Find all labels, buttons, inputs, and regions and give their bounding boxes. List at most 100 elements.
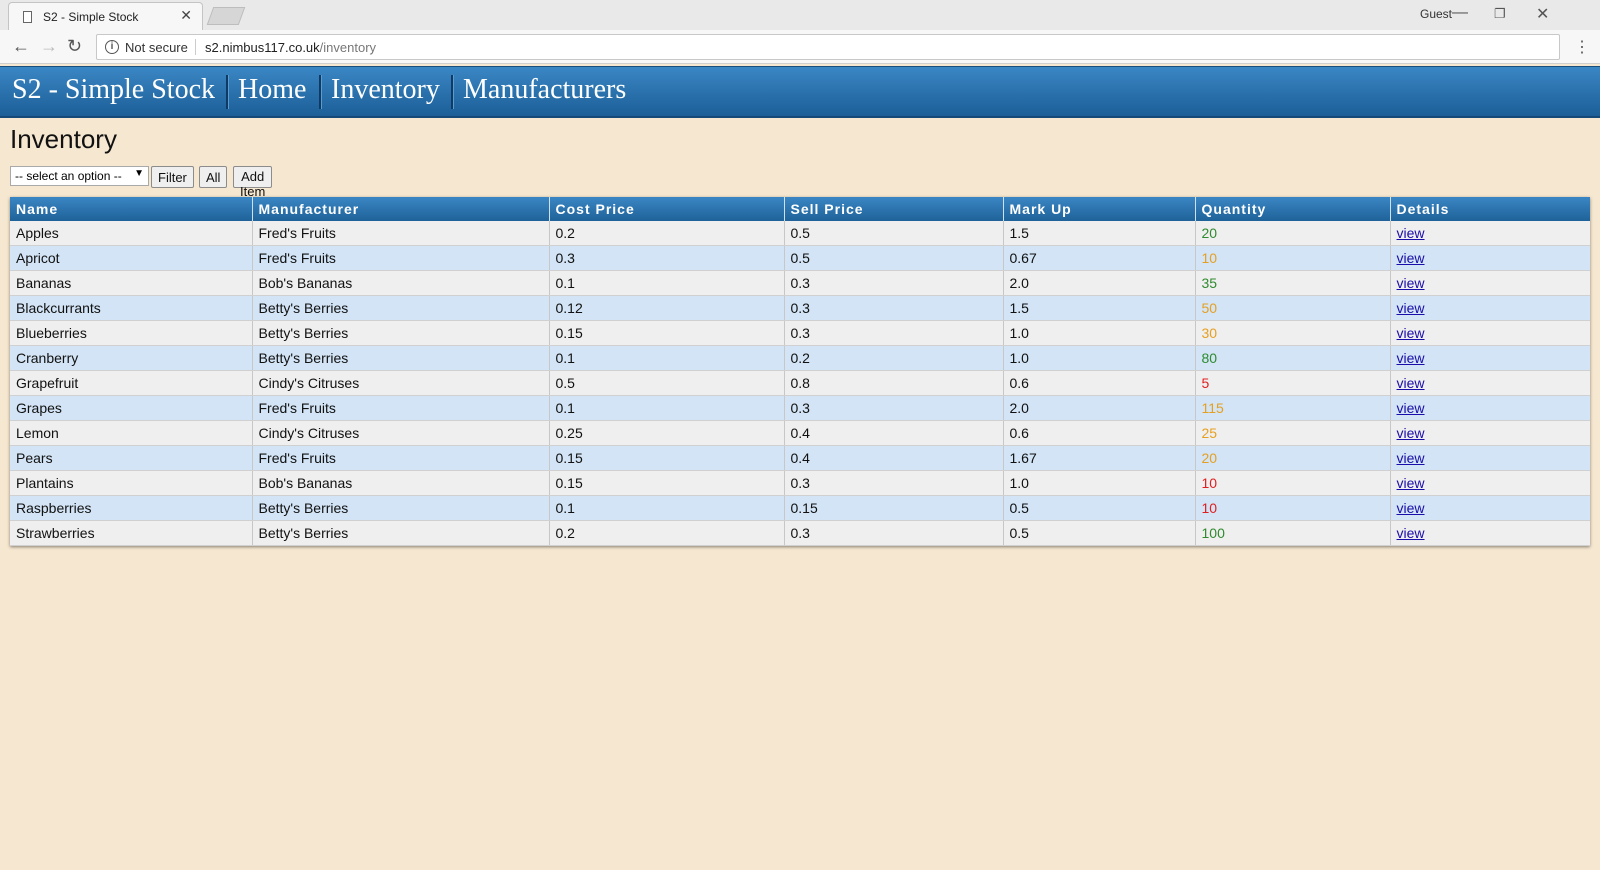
cell-manufacturer: Betty's Berries xyxy=(252,495,550,521)
view-link[interactable]: view xyxy=(1397,350,1425,366)
column-header-mark-up[interactable]: Mark Up xyxy=(1003,197,1196,221)
nav-divider xyxy=(319,75,322,109)
cell-quantity: 35 xyxy=(1195,270,1391,296)
cell-cost-price: 0.5 xyxy=(549,370,785,396)
browser-toolbar: ← → ↻ i Not secure s2.nimbus117.co.uk/in… xyxy=(0,30,1600,64)
all-button[interactable]: All xyxy=(199,166,228,188)
cell-quantity: 5 xyxy=(1195,370,1391,396)
cell-details: view xyxy=(1390,245,1590,271)
table-row: Pears Fred's Fruits 0.15 0.4 1.67 20 view xyxy=(10,445,1590,471)
url-text: s2.nimbus117.co.uk/inventory xyxy=(205,40,376,55)
table-row: Grapes Fred's Fruits 0.1 0.3 2.0 115 view xyxy=(10,395,1590,421)
restore-icon[interactable]: ❐ xyxy=(1494,6,1506,22)
profile-label[interactable]: Guest xyxy=(1420,7,1452,21)
browser-tab[interactable]: S2 - Simple Stock ✕ xyxy=(8,2,203,30)
view-link[interactable]: view xyxy=(1397,525,1425,541)
page-icon xyxy=(23,11,32,23)
column-header-name[interactable]: Name xyxy=(10,197,253,221)
cell-quantity: 25 xyxy=(1195,420,1391,446)
close-window-icon[interactable]: ✕ xyxy=(1536,4,1549,24)
table-row: Blackcurrants Betty's Berries 0.12 0.3 1.5 50… xyxy=(10,295,1590,321)
dropdown-arrow-icon: ▼ xyxy=(134,168,144,179)
cell-cost-price: 0.15 xyxy=(549,470,785,496)
cell-manufacturer: Betty's Berries xyxy=(252,320,550,346)
cell-manufacturer: Fred's Fruits xyxy=(252,445,550,471)
cell-sell-price: 0.5 xyxy=(784,221,1004,246)
cell-name: Grapes xyxy=(10,395,253,421)
cell-mark-up: 0.5 xyxy=(1003,520,1196,546)
cell-manufacturer: Cindy's Citruses xyxy=(252,420,550,446)
view-link[interactable]: view xyxy=(1397,500,1425,516)
cell-cost-price: 0.2 xyxy=(549,221,785,246)
cell-sell-price: 0.3 xyxy=(784,470,1004,496)
reload-icon[interactable]: ↻ xyxy=(67,36,82,57)
column-header-cost-price[interactable]: Cost Price xyxy=(549,197,785,221)
column-header-sell-price[interactable]: Sell Price xyxy=(784,197,1004,221)
browser-menu-icon[interactable]: ⋮ xyxy=(1574,37,1590,57)
table-row: Apples Fred's Fruits 0.2 0.5 1.5 20 view xyxy=(10,221,1590,246)
table-row: Cranberry Betty's Berries 0.1 0.2 1.0 80 view xyxy=(10,345,1590,371)
table-row: Plantains Bob's Bananas 0.15 0.3 1.0 10 view xyxy=(10,470,1590,496)
cell-quantity: 50 xyxy=(1195,295,1391,321)
cell-sell-price: 0.4 xyxy=(784,445,1004,471)
cell-manufacturer: Fred's Fruits xyxy=(252,395,550,421)
nav-divider xyxy=(226,75,229,109)
select-value: -- select an option -- xyxy=(15,169,122,183)
table-body: Apples Fred's Fruits 0.2 0.5 1.5 20 view Aprico… xyxy=(10,221,1590,546)
manufacturer-select[interactable]: -- select an option -- ▼ xyxy=(10,166,149,186)
view-link[interactable]: view xyxy=(1397,375,1425,391)
view-link[interactable]: view xyxy=(1397,425,1425,441)
cell-mark-up: 1.0 xyxy=(1003,345,1196,371)
cell-cost-price: 0.1 xyxy=(549,270,785,296)
forward-arrow-icon[interactable]: → xyxy=(40,36,58,57)
table-row: Apricot Fred's Fruits 0.3 0.5 0.67 10 view xyxy=(10,245,1590,271)
cell-cost-price: 0.1 xyxy=(549,495,785,521)
view-link[interactable]: view xyxy=(1397,450,1425,466)
view-link[interactable]: view xyxy=(1397,300,1425,316)
address-bar[interactable]: i Not secure s2.nimbus117.co.uk/inventor… xyxy=(96,34,1560,60)
view-link[interactable]: view xyxy=(1397,275,1425,291)
brand-link[interactable]: S2 - Simple Stock xyxy=(12,74,215,106)
cell-name: Apples xyxy=(10,221,253,246)
back-arrow-icon[interactable]: ← xyxy=(12,36,30,57)
tab-title: S2 - Simple Stock xyxy=(43,10,139,24)
column-header-quantity[interactable]: Quantity xyxy=(1195,197,1391,221)
minimize-icon[interactable]: — xyxy=(1452,4,1468,22)
add-item-button[interactable]: Add Item xyxy=(233,166,273,199)
nav-home[interactable]: Home xyxy=(238,74,306,106)
close-tab-icon[interactable]: ✕ xyxy=(180,7,192,24)
cell-details: view xyxy=(1390,270,1590,296)
cell-quantity: 20 xyxy=(1195,445,1391,471)
cell-mark-up: 2.0 xyxy=(1003,270,1196,296)
cell-sell-price: 0.3 xyxy=(784,270,1004,296)
cell-details: view xyxy=(1390,370,1590,396)
new-tab-button[interactable] xyxy=(206,7,246,25)
nav-inventory[interactable]: Inventory xyxy=(331,74,440,106)
cell-cost-price: 0.15 xyxy=(549,445,785,471)
cell-quantity: 115 xyxy=(1195,395,1391,421)
cell-name: Raspberries xyxy=(10,495,253,521)
column-header-manufacturer[interactable]: Manufacturer xyxy=(252,197,550,221)
cell-details: view xyxy=(1390,420,1590,446)
cell-details: view xyxy=(1390,221,1590,246)
filter-button[interactable]: Filter xyxy=(151,166,194,188)
cell-sell-price: 0.3 xyxy=(784,520,1004,546)
view-link[interactable]: view xyxy=(1397,400,1425,416)
cell-sell-price: 0.3 xyxy=(784,320,1004,346)
info-icon[interactable]: i xyxy=(105,40,119,54)
table-row: Strawberries Betty's Berries 0.2 0.3 0.5 100 v… xyxy=(10,520,1590,546)
url-host: s2.nimbus117.co.uk xyxy=(205,40,320,55)
cell-mark-up: 1.5 xyxy=(1003,295,1196,321)
cell-cost-price: 0.25 xyxy=(549,420,785,446)
table-row: Raspberries Betty's Berries 0.1 0.15 0.5 10 vi… xyxy=(10,495,1590,521)
cell-manufacturer: Cindy's Citruses xyxy=(252,370,550,396)
view-link[interactable]: view xyxy=(1397,475,1425,491)
cell-sell-price: 0.3 xyxy=(784,395,1004,421)
cell-sell-price: 0.3 xyxy=(784,295,1004,321)
nav-manufacturers[interactable]: Manufacturers xyxy=(463,74,626,106)
table-row: Bananas Bob's Bananas 0.1 0.3 2.0 35 view xyxy=(10,270,1590,296)
view-link[interactable]: view xyxy=(1397,225,1425,241)
view-link[interactable]: view xyxy=(1397,325,1425,341)
cell-cost-price: 0.15 xyxy=(549,320,785,346)
view-link[interactable]: view xyxy=(1397,250,1425,266)
